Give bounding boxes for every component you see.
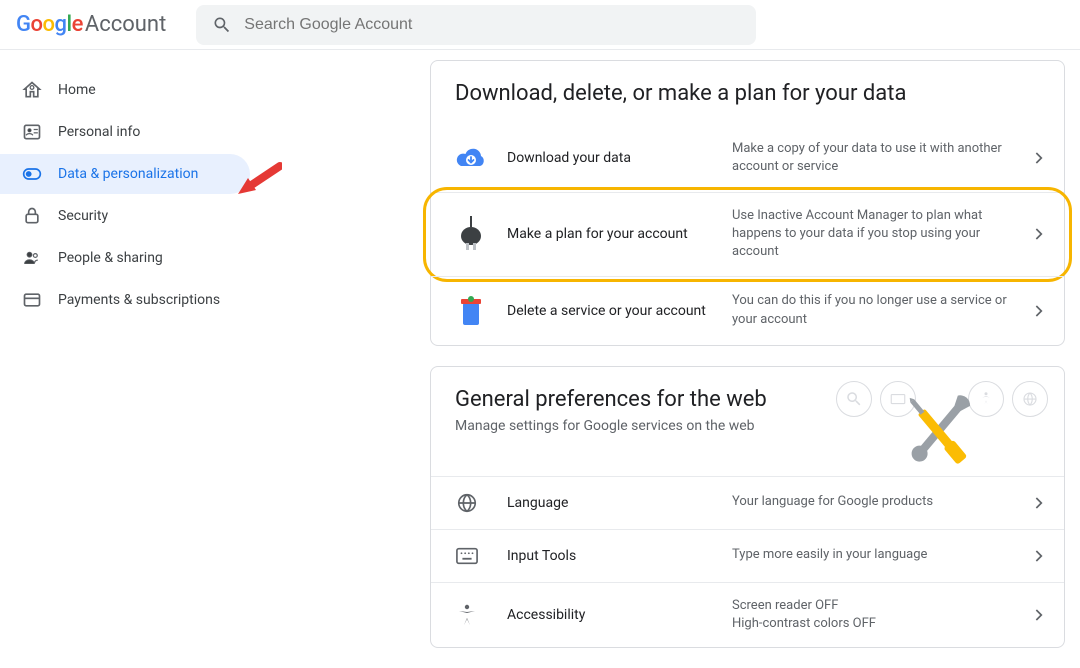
personal-info-icon — [22, 122, 42, 142]
people-icon — [22, 248, 42, 268]
row-label: Make a plan for your account — [507, 226, 732, 242]
sidebar-item-data-personalization[interactable]: Data & personalization — [0, 154, 250, 194]
pref-globe-icon — [1012, 381, 1048, 417]
search-icon — [212, 15, 232, 35]
main-content: Download, delete, or make a plan for you… — [250, 50, 1080, 668]
keyboard-icon — [455, 544, 479, 568]
sidebar-item-payments[interactable]: Payments & subscriptions — [0, 280, 250, 320]
download-cloud-icon — [451, 138, 491, 178]
trash-icon — [451, 291, 491, 331]
chevron-right-icon — [1028, 301, 1048, 321]
chevron-right-icon — [1028, 148, 1048, 168]
sidebar-item-security[interactable]: Security — [0, 196, 250, 236]
sidebar-item-people-sharing[interactable]: People & sharing — [0, 238, 250, 278]
row-desc: Screen reader OFF High-contrast colors O… — [732, 597, 1028, 633]
data-personalization-icon — [22, 164, 42, 184]
chevron-right-icon — [1028, 546, 1048, 566]
logo[interactable]: Google Account — [16, 12, 166, 37]
row-label: Download your data — [507, 150, 732, 166]
row-label: Accessibility — [507, 607, 732, 623]
sidebar-item-label: Security — [58, 208, 108, 224]
pref-search-icon — [836, 381, 872, 417]
card-data-plan: Download, delete, or make a plan for you… — [430, 60, 1065, 346]
row-delete-service[interactable]: Delete a service or your account You can… — [431, 276, 1064, 345]
row-label: Language — [507, 495, 732, 511]
row-label: Input Tools — [507, 548, 732, 564]
logo-account-text: Account — [85, 12, 166, 37]
row-accessibility[interactable]: Accessibility Screen reader OFF High-con… — [431, 582, 1064, 647]
wrench-screwdriver-icon — [884, 387, 994, 477]
search-box[interactable] — [196, 5, 756, 45]
home-icon — [22, 80, 42, 100]
sidebar-item-label: Payments & subscriptions — [58, 292, 220, 308]
row-download-data[interactable]: Download your data Make a copy of your d… — [431, 124, 1064, 192]
card-icon — [22, 290, 42, 310]
row-desc: Your language for Google products — [732, 493, 1028, 511]
globe-icon — [455, 491, 479, 515]
row-make-plan[interactable]: Make a plan for your account Use Inactiv… — [431, 192, 1064, 276]
row-desc: Type more easily in your language — [732, 546, 1028, 564]
plug-icon — [451, 214, 491, 254]
search-input[interactable] — [244, 16, 740, 34]
sidebar: Home Personal info Data & personalizatio… — [0, 50, 250, 668]
header: Google Account — [0, 0, 1080, 50]
card-title: Download, delete, or make a plan for you… — [455, 81, 1040, 106]
sidebar-item-label: People & sharing — [58, 250, 163, 266]
row-desc: You can do this if you no longer use a s… — [732, 292, 1028, 328]
sidebar-item-home[interactable]: Home — [0, 70, 250, 110]
accessibility-icon — [455, 603, 479, 627]
sidebar-item-label: Home — [58, 82, 96, 98]
lock-icon — [22, 206, 42, 226]
card-preferences: General preferences for the web Manage s… — [430, 366, 1065, 648]
row-input-tools[interactable]: Input Tools Type more easily in your lan… — [431, 529, 1064, 582]
row-desc: Make a copy of your data to use it with … — [732, 140, 1028, 176]
row-language[interactable]: Language Your language for Google produc… — [431, 476, 1064, 529]
sidebar-item-label: Data & personalization — [58, 166, 198, 182]
chevron-right-icon — [1028, 493, 1048, 513]
chevron-right-icon — [1028, 605, 1048, 625]
logo-google: Google — [16, 12, 83, 37]
row-desc: Use Inactive Account Manager to plan wha… — [732, 207, 1028, 262]
chevron-right-icon — [1028, 224, 1048, 244]
sidebar-item-personal-info[interactable]: Personal info — [0, 112, 250, 152]
row-label: Delete a service or your account — [507, 303, 732, 319]
sidebar-item-label: Personal info — [58, 124, 140, 140]
